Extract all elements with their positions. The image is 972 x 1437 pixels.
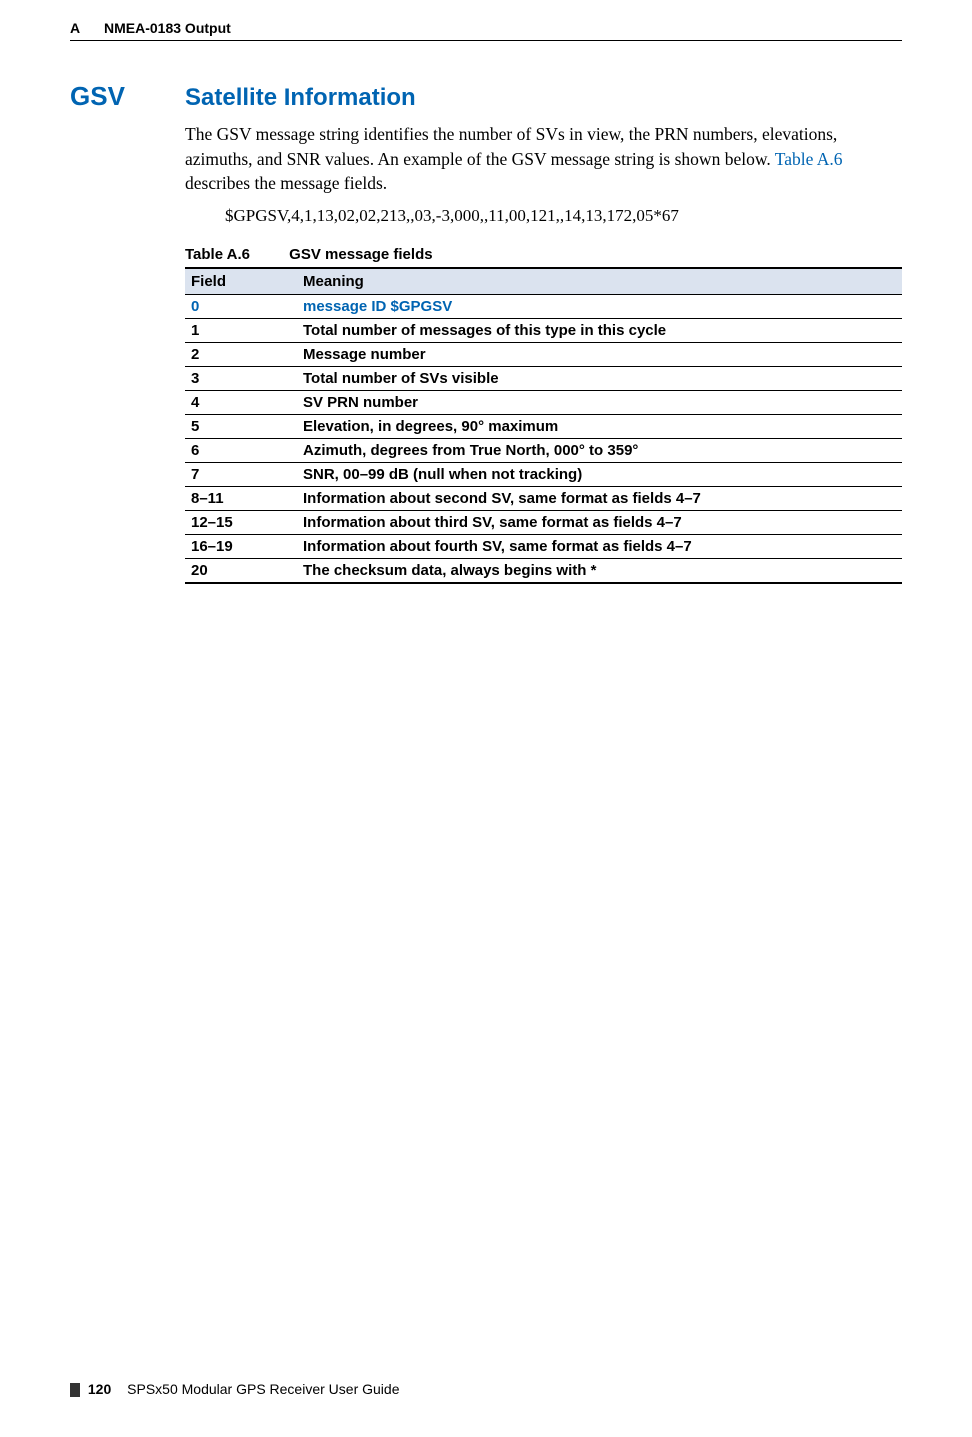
table-row: 5Elevation, in degrees, 90° maximum — [185, 414, 902, 438]
table-header-row: Field Meaning — [185, 268, 902, 295]
cell-field: 8–11 — [185, 486, 297, 510]
table-row: 2Message number — [185, 342, 902, 366]
gsv-fields-table: Field Meaning 0message ID $GPGSV1Total n… — [185, 267, 902, 584]
header-section-title: NMEA-0183 Output — [104, 20, 231, 36]
cell-meaning: Azimuth, degrees from True North, 000° t… — [297, 438, 902, 462]
table-row: 7SNR, 00–99 dB (null when not tracking) — [185, 462, 902, 486]
table-row: 4SV PRN number — [185, 390, 902, 414]
intro-paragraph: The GSV message string identifies the nu… — [185, 122, 902, 196]
cell-meaning: Total number of messages of this type in… — [297, 318, 902, 342]
table-row: 3Total number of SVs visible — [185, 366, 902, 390]
cell-field: 1 — [185, 318, 297, 342]
cell-field: 5 — [185, 414, 297, 438]
cell-field: 20 — [185, 558, 297, 583]
cell-field: 7 — [185, 462, 297, 486]
page-header: A NMEA-0183 Output — [70, 20, 902, 41]
table-caption-title: GSV message fields — [289, 246, 432, 263]
cell-field: 12–15 — [185, 510, 297, 534]
table-row: 16–19Information about fourth SV, same f… — [185, 534, 902, 558]
cell-meaning: SNR, 00–99 dB (null when not tracking) — [297, 462, 902, 486]
body-block: The GSV message string identifies the nu… — [185, 122, 902, 584]
cell-meaning: The checksum data, always begins with * — [297, 558, 902, 583]
table-row: 1Total number of messages of this type i… — [185, 318, 902, 342]
cell-meaning: Elevation, in degrees, 90° maximum — [297, 414, 902, 438]
cell-meaning: Information about second SV, same format… — [297, 486, 902, 510]
table-row: 20The checksum data, always begins with … — [185, 558, 902, 583]
cell-field: 16–19 — [185, 534, 297, 558]
table-ref-link[interactable]: Table A.6 — [775, 149, 843, 169]
section-code: GSV — [70, 81, 185, 112]
intro-text-post: describes the message fields. — [185, 173, 387, 193]
table-row: 0message ID $GPGSV — [185, 294, 902, 318]
cell-meaning: message ID $GPGSV — [297, 294, 902, 318]
table-caption-number: Table A.6 — [185, 246, 285, 263]
th-field: Field — [185, 268, 297, 295]
header-appendix-letter: A — [70, 20, 80, 36]
table-row: 12–15Information about third SV, same fo… — [185, 510, 902, 534]
cell-field: 4 — [185, 390, 297, 414]
cell-field: 0 — [185, 294, 297, 318]
cell-meaning: SV PRN number — [297, 390, 902, 414]
page: A NMEA-0183 Output GSV Satellite Informa… — [0, 0, 972, 1437]
cell-meaning: Message number — [297, 342, 902, 366]
cell-meaning: Total number of SVs visible — [297, 366, 902, 390]
intro-text-pre: The GSV message string identifies the nu… — [185, 124, 837, 169]
cell-field: 6 — [185, 438, 297, 462]
page-number: 120 — [88, 1381, 111, 1397]
page-footer: 120 SPSx50 Modular GPS Receiver User Gui… — [70, 1381, 902, 1397]
th-meaning: Meaning — [297, 268, 902, 295]
section-title: Satellite Information — [185, 84, 416, 112]
cell-field: 2 — [185, 342, 297, 366]
page-mark-icon — [70, 1383, 80, 1397]
section-heading-row: GSV Satellite Information — [70, 81, 902, 112]
cell-meaning: Information about fourth SV, same format… — [297, 534, 902, 558]
footer-doc-title: SPSx50 Modular GPS Receiver User Guide — [127, 1381, 399, 1397]
cell-field: 3 — [185, 366, 297, 390]
example-string: $GPGSV,4,1,13,02,02,213,,03,-3,000,,11,0… — [225, 206, 902, 226]
table-row: 8–11Information about second SV, same fo… — [185, 486, 902, 510]
table-row: 6Azimuth, degrees from True North, 000° … — [185, 438, 902, 462]
table-caption: Table A.6 GSV message fields — [185, 246, 902, 263]
cell-meaning: Information about third SV, same format … — [297, 510, 902, 534]
